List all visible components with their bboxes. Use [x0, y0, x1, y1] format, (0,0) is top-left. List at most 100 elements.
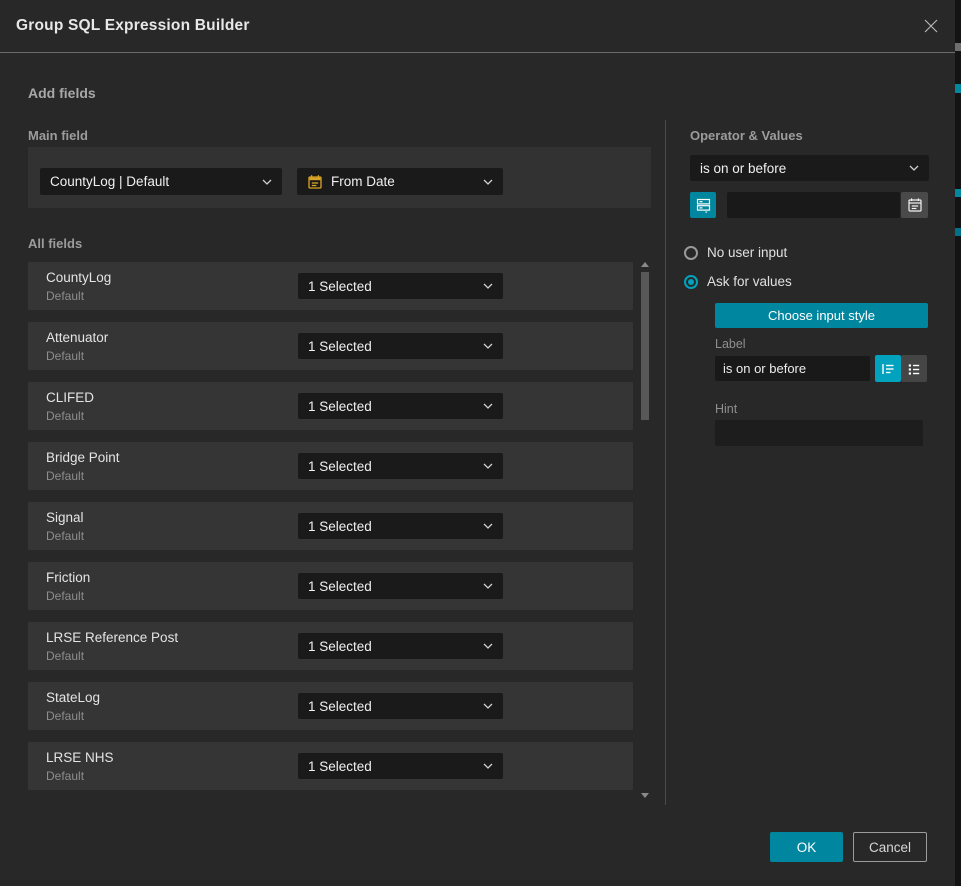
- radio-selected-icon[interactable]: [684, 275, 698, 289]
- field-name: StateLog: [46, 690, 100, 705]
- field-subtitle: Default: [46, 769, 84, 783]
- field-name: Friction: [46, 570, 90, 585]
- chevron-down-icon: [909, 165, 919, 171]
- operator-select[interactable]: is on or before: [690, 155, 929, 181]
- edge-fragment: [955, 84, 961, 93]
- field-selected-value: 1 Selected: [308, 399, 483, 414]
- chevron-down-icon: [262, 179, 272, 185]
- field-selected-value: 1 Selected: [308, 459, 483, 474]
- field-row: LRSE Reference Post Default 1 Selected: [28, 622, 633, 670]
- chevron-down-icon: [483, 523, 493, 529]
- field-row: Attenuator Default 1 Selected: [28, 322, 633, 370]
- field-row: CLIFED Default 1 Selected: [28, 382, 633, 430]
- field-subtitle: Default: [46, 529, 84, 543]
- all-fields-heading: All fields: [28, 236, 82, 251]
- field-selected-value: 1 Selected: [308, 579, 483, 594]
- field-values-select[interactable]: 1 Selected: [298, 333, 503, 359]
- radio-ask-for-values[interactable]: Ask for values: [684, 274, 792, 289]
- field-subtitle: Default: [46, 709, 84, 723]
- field-values-select[interactable]: 1 Selected: [298, 273, 503, 299]
- main-field-heading: Main field: [28, 128, 88, 143]
- chevron-down-icon: [483, 343, 493, 349]
- field-name: Attenuator: [46, 330, 108, 345]
- chevron-down-icon: [483, 179, 493, 185]
- panel-divider: [665, 120, 666, 805]
- dialog-title: Group SQL Expression Builder: [16, 0, 250, 52]
- field-row: StateLog Default 1 Selected: [28, 682, 633, 730]
- field-values-select[interactable]: 1 Selected: [298, 393, 503, 419]
- field-selected-value: 1 Selected: [308, 519, 483, 534]
- field-selected-value: 1 Selected: [308, 699, 483, 714]
- edge-fragment: [955, 189, 961, 197]
- ok-button[interactable]: OK: [770, 832, 843, 862]
- chevron-down-icon: [483, 403, 493, 409]
- edge-fragment: [955, 43, 961, 51]
- field-subtitle: Default: [46, 409, 84, 423]
- layer-select-value: CountyLog | Default: [50, 174, 262, 189]
- value-input-type-button[interactable]: [690, 192, 716, 218]
- field-subtitle: Default: [46, 349, 84, 363]
- chevron-down-icon: [483, 583, 493, 589]
- field-subtitle: Default: [46, 469, 84, 483]
- radio-circle-icon[interactable]: [684, 246, 698, 260]
- all-fields-list: CountyLog Default 1 Selected Attenuator …: [28, 262, 633, 790]
- field-selected-value: 1 Selected: [308, 279, 483, 294]
- label-style-list-button[interactable]: [901, 355, 927, 382]
- scroll-down-icon[interactable]: [641, 793, 649, 798]
- field-name: CLIFED: [46, 390, 94, 405]
- field-subtitle: Default: [46, 289, 84, 303]
- label-input[interactable]: [715, 356, 870, 381]
- operator-select-value: is on or before: [700, 161, 909, 176]
- field-row: Signal Default 1 Selected: [28, 502, 633, 550]
- field-selected-value: 1 Selected: [308, 759, 483, 774]
- layer-select[interactable]: CountyLog | Default: [40, 168, 282, 195]
- scrollbar-thumb[interactable]: [641, 272, 649, 420]
- choose-input-style-button[interactable]: Choose input style: [715, 303, 928, 328]
- value-input[interactable]: [727, 192, 900, 218]
- calendar-picker-icon: [907, 197, 923, 213]
- dialog-title-bar: Group SQL Expression Builder: [0, 0, 955, 53]
- close-button[interactable]: [921, 16, 941, 36]
- list-icon: [906, 361, 922, 377]
- align-left-icon: [880, 361, 896, 377]
- field-values-select[interactable]: 1 Selected: [298, 453, 503, 479]
- hint-field-label: Hint: [715, 402, 737, 416]
- field-values-select[interactable]: 1 Selected: [298, 753, 503, 779]
- main-field-select-value: From Date: [331, 174, 483, 189]
- chevron-down-icon: [483, 643, 493, 649]
- field-subtitle: Default: [46, 649, 84, 663]
- field-values-select[interactable]: 1 Selected: [298, 693, 503, 719]
- radio-ask-for-values-label: Ask for values: [707, 274, 792, 289]
- hint-input[interactable]: [715, 420, 923, 446]
- field-name: LRSE NHS: [46, 750, 114, 765]
- chevron-down-icon: [483, 463, 493, 469]
- field-values-select[interactable]: 1 Selected: [298, 573, 503, 599]
- field-name: LRSE Reference Post: [46, 630, 178, 645]
- operator-values-heading: Operator & Values: [690, 128, 803, 143]
- field-selected-value: 1 Selected: [308, 339, 483, 354]
- radio-no-user-input-label: No user input: [707, 245, 787, 260]
- chevron-down-icon: [483, 283, 493, 289]
- edge-fragment: [955, 228, 961, 236]
- background-app-edge: [955, 0, 961, 886]
- field-values-select[interactable]: 1 Selected: [298, 633, 503, 659]
- field-row: Friction Default 1 Selected: [28, 562, 633, 610]
- fields-scrollbar[interactable]: [640, 260, 650, 800]
- date-picker-button[interactable]: [901, 192, 928, 218]
- field-name: CountyLog: [46, 270, 111, 285]
- field-row: Bridge Point Default 1 Selected: [28, 442, 633, 490]
- main-field-select[interactable]: From Date: [297, 168, 503, 195]
- field-row: CountyLog Default 1 Selected: [28, 262, 633, 310]
- field-selected-value: 1 Selected: [308, 639, 483, 654]
- cancel-button[interactable]: Cancel: [853, 832, 927, 862]
- add-fields-heading: Add fields: [28, 85, 96, 101]
- calendar-icon: [307, 174, 323, 190]
- field-subtitle: Default: [46, 589, 84, 603]
- field-row: LRSE NHS Default 1 Selected: [28, 742, 633, 790]
- radio-no-user-input[interactable]: No user input: [684, 245, 787, 260]
- scroll-up-icon[interactable]: [641, 262, 649, 267]
- input-style-icon: [695, 197, 712, 214]
- label-style-left-button[interactable]: [875, 355, 901, 382]
- chevron-down-icon: [483, 703, 493, 709]
- field-values-select[interactable]: 1 Selected: [298, 513, 503, 539]
